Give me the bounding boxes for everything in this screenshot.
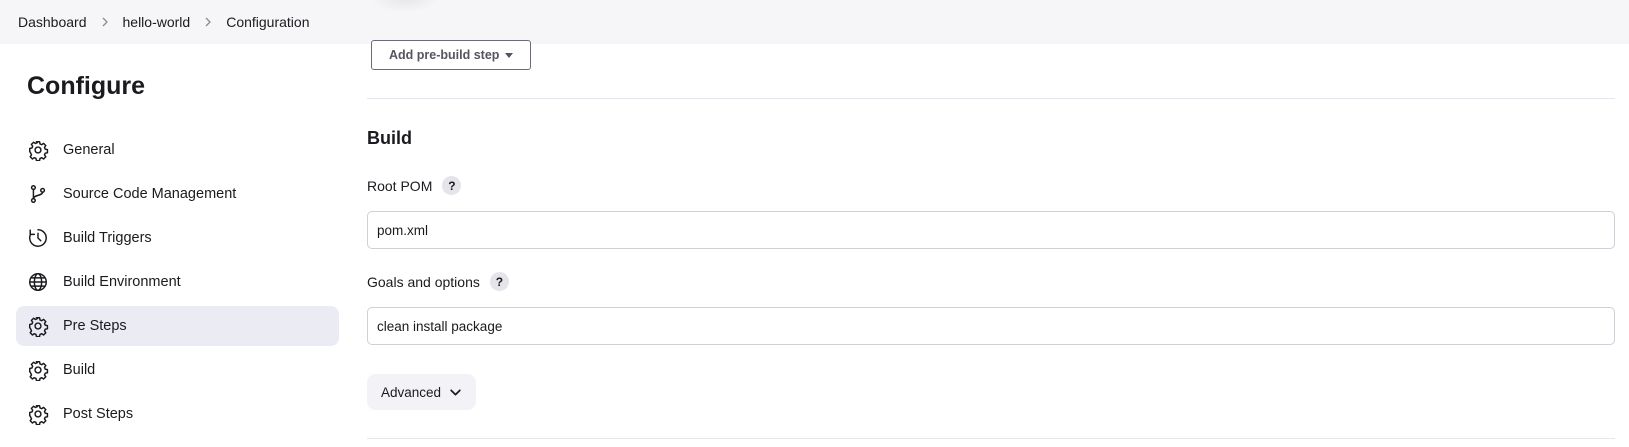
branch-icon (27, 183, 49, 205)
sidebar-item-label: Pre Steps (63, 318, 127, 334)
breadcrumb-configuration[interactable]: Configuration (226, 14, 309, 30)
gear-icon (27, 403, 49, 425)
add-pre-build-step-button[interactable]: Add pre-build step (371, 40, 532, 70)
breadcrumb-bar: Dashboard hello-world Configuration (0, 0, 1629, 44)
sidebar-item-general[interactable]: General (16, 130, 339, 170)
advanced-button[interactable]: Advanced (367, 374, 477, 410)
section-title-build: Build (367, 128, 412, 148)
breadcrumb-hello-world[interactable]: hello-world (123, 14, 191, 30)
goals-input[interactable] (367, 307, 1615, 345)
sidebar-item-build-environment[interactable]: Build Environment (16, 262, 339, 302)
goals-label-text: Goals and options (367, 273, 480, 290)
section-divider (367, 98, 1615, 99)
page-title: Configure (27, 72, 146, 100)
globe-icon (27, 271, 49, 293)
goals-label: Goals and options ? (367, 272, 509, 291)
sidebar-item-label: Build Triggers (63, 230, 152, 246)
chevron-right-icon (87, 17, 123, 27)
caret-down-icon (505, 52, 514, 58)
advanced-label: Advanced (381, 384, 442, 400)
root-pom-label-text: Root POM (367, 177, 433, 194)
sidebar-item-label: Build (63, 362, 96, 378)
root-pom-label: Root POM ? (367, 176, 462, 195)
chevron-down-icon (450, 388, 461, 396)
chevron-right-icon (190, 17, 226, 27)
sidebar-item-build-triggers[interactable]: Build Triggers (16, 218, 339, 258)
section-divider (367, 438, 1615, 439)
sidebar-item-label: General (63, 142, 115, 158)
gear-icon (27, 139, 49, 161)
header-shadow (370, 0, 440, 12)
sidebar-item-source-code-management[interactable]: Source Code Management (16, 174, 339, 214)
sidebar-nav: General Source Code Management Build Tri… (16, 130, 339, 438)
clock-icon (27, 227, 49, 249)
help-icon[interactable]: ? (442, 176, 462, 195)
help-icon[interactable]: ? (489, 272, 509, 291)
sidebar-item-pre-steps[interactable]: Pre Steps (16, 306, 339, 346)
add-pre-build-step-label: Add pre-build step (389, 48, 500, 62)
sidebar-item-label: Post Steps (63, 406, 134, 422)
breadcrumb-dashboard[interactable]: Dashboard (18, 14, 87, 30)
root-pom-input[interactable] (367, 211, 1615, 249)
sidebar-item-post-steps[interactable]: Post Steps (16, 394, 339, 434)
sidebar-item-build[interactable]: Build (16, 350, 339, 390)
gear-icon (27, 315, 49, 337)
sidebar-item-label: Source Code Management (63, 186, 237, 202)
gear-icon (27, 359, 49, 381)
sidebar-item-label: Build Environment (63, 274, 181, 290)
